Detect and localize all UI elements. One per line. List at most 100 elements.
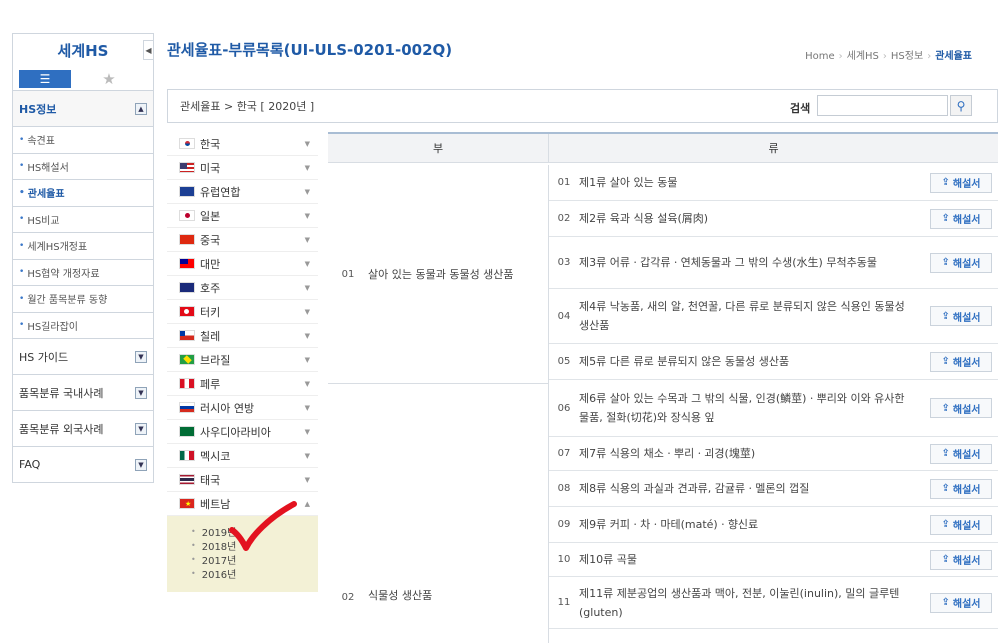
sidebar-item-hs-compare[interactable]: • HS비교	[12, 206, 154, 233]
collapse-up-icon[interactable]: ▲	[135, 102, 147, 115]
upload-icon: ⇪	[941, 597, 950, 608]
table-row: 01 제1류 살아 있는 동물 ⇪ 해설서	[549, 165, 998, 201]
commentary-button[interactable]: ⇪ 해설서	[930, 172, 992, 193]
country-item-kr[interactable]: 한국 ▼	[167, 132, 318, 156]
chevron-down-icon[interactable]: ▼	[135, 458, 147, 471]
breadcrumb-separator: ›	[927, 51, 932, 62]
sidebar-item-world-hs-revision[interactable]: • 세계HS개정표	[12, 233, 154, 260]
commentary-button-label: 해설서	[952, 312, 981, 324]
commentary-button[interactable]: ⇪ 해설서	[930, 306, 992, 326]
chevron-down-icon: ▼	[304, 428, 310, 436]
chapter-code: 07	[557, 448, 571, 459]
flag-jp-icon	[179, 210, 195, 221]
year-item[interactable]: • 2016년	[191, 566, 318, 581]
country-item-au[interactable]: 호주 ▼	[167, 276, 318, 300]
chevron-down-icon[interactable]: ▼	[135, 350, 147, 363]
table-row: 07 제7류 식용의 채소ㆍ뿌리ㆍ괴경(塊莖) ⇪ 해설서	[549, 437, 998, 471]
commentary-button[interactable]: ⇪ 해설서	[930, 351, 992, 372]
country-name: 대만	[200, 257, 221, 271]
commentary-button[interactable]: ⇪ 해설서	[930, 478, 992, 499]
breadcrumb-separator: ›	[838, 51, 843, 62]
chevron-down-icon: ▼	[304, 380, 310, 388]
chapter-code: 02	[557, 213, 571, 224]
country-item-jp[interactable]: 일본 ▼	[167, 204, 318, 228]
checkmark-annotation	[229, 501, 297, 551]
breadcrumb-separator: ›	[882, 51, 887, 62]
upload-icon: ⇪	[941, 448, 950, 459]
country-item-br[interactable]: 브라질 ▼	[167, 348, 318, 372]
commentary-button-label: 해설서	[952, 556, 981, 567]
year-label: 2016년	[201, 569, 237, 581]
star-icon[interactable]: ★	[83, 70, 135, 88]
upload-icon: ⇪	[941, 257, 950, 268]
breadcrumb-home[interactable]: Home	[805, 51, 835, 62]
sidebar-group-foreign[interactable]: 품목분류 외국사례 ▼	[12, 411, 154, 447]
country-name: 유럽연합	[200, 185, 241, 199]
country-item-eu[interactable]: 유럽연합 ▼	[167, 180, 318, 204]
sidebar: 세계HS ◀ ☰ ★ HS정보 ▲ • 속견표 • HS해설서 • 관세율표 • HS비…	[12, 33, 154, 483]
country-item-tw[interactable]: 대만 ▼	[167, 252, 318, 276]
country-name: 칠레	[200, 329, 221, 343]
chapter-code: 06	[557, 402, 571, 414]
chevron-down-icon: ▼	[304, 356, 310, 364]
flag-tw-icon	[179, 258, 195, 269]
sidebar-item-hs-commentary[interactable]: • HS해설서	[12, 153, 154, 180]
sidebar-item-hs-convention[interactable]: • HS협약 개정자료	[12, 259, 154, 286]
sidebar-collapse-button[interactable]: ◀	[143, 40, 154, 60]
country-item-tr[interactable]: 터키 ▼	[167, 300, 318, 324]
country-item-th[interactable]: 태국 ▼	[167, 468, 318, 492]
sidebar-group-faq[interactable]: FAQ ▼	[12, 447, 154, 483]
sidebar-item-label: 세계HS개정표	[27, 242, 88, 254]
commentary-button[interactable]: ⇪ 해설서	[930, 252, 992, 273]
chapter-code: 05	[557, 356, 571, 367]
breadcrumb-hs-info[interactable]: HS정보	[891, 51, 923, 62]
list-icon[interactable]: ☰	[19, 69, 71, 88]
country-item-sa[interactable]: 사우디아라비아 ▼	[167, 420, 318, 444]
bullet-icon: •	[191, 568, 196, 578]
upload-icon: ⇪	[941, 483, 950, 494]
country-item-ru[interactable]: 러시아 연방 ▼	[167, 396, 318, 420]
sidebar-item-monthly-trend[interactable]: • 월간 품목분류 동향	[12, 286, 154, 313]
sidebar-item-quick-table[interactable]: • 속견표	[12, 127, 154, 154]
chevron-down-icon[interactable]: ▼	[135, 422, 147, 435]
flag-vn-icon: ★	[179, 498, 195, 509]
commentary-button[interactable]: ⇪ 해설서	[930, 208, 992, 229]
sidebar-section-hs-info[interactable]: HS정보 ▲	[12, 91, 154, 127]
commentary-button[interactable]: ⇪ 해설서	[930, 398, 992, 418]
table-row: 09 제9류 커피ㆍ차ㆍ마테(maté)ㆍ향신료 ⇪ 해설서	[549, 507, 998, 543]
chevron-down-icon: ▼	[304, 212, 310, 220]
chevron-down-icon[interactable]: ▼	[135, 386, 147, 399]
country-item-cl[interactable]: 칠레 ▼	[167, 324, 318, 348]
selection-path: 관세율표 > 한국 [ 2020년 ]	[180, 100, 315, 113]
search-input[interactable]	[817, 95, 948, 116]
commentary-button[interactable]: ⇪ 해설서	[930, 514, 992, 535]
commentary-button-label: 해설서	[952, 521, 981, 532]
search-icon[interactable]: ⚲	[950, 95, 972, 116]
country-item-mx[interactable]: 멕시코 ▼	[167, 444, 318, 468]
chevron-down-icon: ▼	[304, 188, 310, 196]
sidebar-group-domestic[interactable]: 품목분류 국내사례 ▼	[12, 375, 154, 411]
section-name: 살아 있는 동물과 동물성 생산품	[368, 268, 514, 281]
sidebar-item-label: 속견표	[27, 136, 55, 148]
sidebar-group-hs-guide[interactable]: HS 가이드 ▼	[12, 339, 154, 375]
country-name: 브라질	[200, 353, 231, 367]
flag-cn-icon	[179, 234, 195, 245]
section-code: 01	[341, 268, 355, 280]
country-item-us[interactable]: 미국 ▼	[167, 156, 318, 180]
country-item-pe[interactable]: 페루 ▼	[167, 372, 318, 396]
country-item-cn[interactable]: 중국 ▼	[167, 228, 318, 252]
section-name: 식물성 생산품	[368, 589, 433, 602]
commentary-button[interactable]: ⇪ 해설서	[930, 549, 992, 570]
breadcrumb-world-hs[interactable]: 세계HS	[847, 51, 879, 62]
commentary-button-label: 해설서	[952, 404, 981, 416]
upload-icon: ⇪	[941, 213, 950, 224]
commentary-button[interactable]: ⇪ 해설서	[930, 443, 992, 464]
sidebar-item-label: 월간 품목분류 동향	[27, 295, 108, 307]
sidebar-item-tariff-table[interactable]: • 관세율표	[12, 180, 154, 207]
sidebar-item-label: HS비교	[27, 215, 60, 227]
sidebar-item-label: HS해설서	[27, 162, 69, 174]
sidebar-item-hs-guide-path[interactable]: • HS길라잡이	[12, 312, 154, 339]
commentary-button[interactable]: ⇪ 해설서	[930, 592, 992, 613]
flag-pe-icon	[179, 378, 195, 389]
country-name: 태국	[200, 473, 221, 487]
